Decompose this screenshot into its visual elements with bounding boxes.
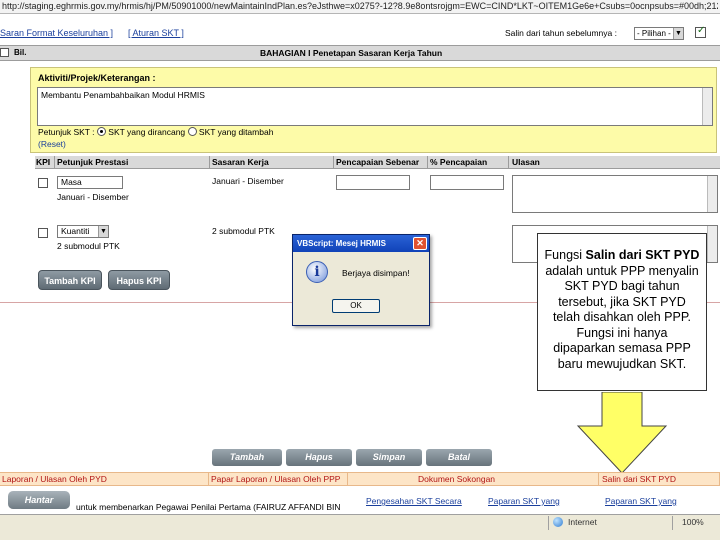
laporan-pyd-link[interactable]: Laporan / Ulasan Oleh PYD — [2, 474, 107, 484]
tambah-kpi-button[interactable]: Tambah KPI — [38, 270, 102, 290]
skt-planned-label: SKT yang dirancang — [108, 127, 186, 137]
hapus-kpi-button[interactable]: Hapus KPI — [108, 270, 170, 290]
col-divider — [209, 156, 210, 169]
textarea-scrollbar[interactable] — [707, 176, 717, 212]
salin-select-value: - Pilihan - — [637, 29, 671, 38]
indicator-value: Kuantiti — [61, 226, 90, 236]
dialog-message: Berjaya disimpan! — [342, 268, 410, 278]
status-bar — [0, 514, 720, 540]
actual-input[interactable] — [336, 175, 410, 190]
status-divider — [548, 516, 549, 530]
callout-prefix: Fungsi — [544, 248, 586, 262]
address-bar[interactable]: http://staging.eghrmis.gov.my/hrmis/hj/P… — [0, 0, 720, 14]
col-petunjuk: Petunjuk Prestasi — [57, 157, 129, 167]
chevron-down-icon: ▼ — [673, 28, 683, 39]
simpan-button[interactable]: Simpan — [356, 449, 422, 466]
globe-icon — [553, 517, 563, 527]
ulasan-textarea[interactable] — [512, 175, 718, 213]
col-divider — [54, 156, 55, 169]
indicator-value: Masa — [61, 177, 82, 187]
reset-link[interactable]: (Reset) — [38, 139, 66, 149]
explanation-callout: Fungsi Salin dari SKT PYD adalah untuk P… — [537, 233, 707, 391]
close-icon[interactable]: ✕ — [413, 237, 427, 250]
tambah-button[interactable]: Tambah — [212, 449, 282, 466]
textarea-scrollbar[interactable] — [702, 88, 712, 125]
col-divider — [333, 156, 334, 169]
skt-added-label: SKT yang ditambah — [198, 127, 274, 137]
format-link[interactable]: Saran Format Keseluruhan ] — [0, 28, 113, 38]
textarea-scrollbar[interactable] — [707, 226, 717, 262]
activity-label: Aktiviti/Projek/Keterangan : — [38, 73, 156, 83]
zone-label: Internet — [568, 517, 597, 527]
percent-input[interactable] — [430, 175, 504, 190]
url-text: http://staging.eghrmis.gov.my/hrmis/hj/P… — [2, 1, 718, 11]
down-arrow-icon — [576, 392, 668, 474]
skt-added-radio[interactable] — [187, 127, 197, 136]
select-all-checkbox[interactable] — [0, 48, 9, 57]
aturan-skt-link[interactable]: [ Aturan SKT ] — [128, 28, 184, 38]
indicator-detail: 2 submodul PTK — [57, 241, 120, 251]
kpi-row-checkbox[interactable] — [38, 228, 48, 238]
col-peratus: % Pencapaian — [430, 157, 488, 167]
col-pencapaian: Pencapaian Sebenar — [336, 157, 420, 167]
activity-value: Membantu Penambahbaikan Modul HRMIS — [41, 90, 205, 100]
top-link-row: Saran Format Keseluruhan ] [ Aturan SKT … — [0, 18, 720, 42]
pengesahan-skt-link[interactable]: Pengesahan SKT Secara — [366, 496, 462, 506]
paparan-skt-link[interactable]: Paparan SKT yang — [488, 496, 560, 506]
indicator-select[interactable]: Kuantiti ▼ — [57, 225, 109, 238]
petunjuk-label: Petunjuk SKT : — [38, 127, 95, 137]
kpi-row-checkbox[interactable] — [38, 178, 48, 188]
dokumen-sokongan-link[interactable]: Dokumen Sokongan — [418, 474, 495, 484]
hapus-button[interactable]: Hapus — [286, 449, 352, 466]
papar-laporan-link[interactable]: Papar Laporan / Ulasan Oleh PPP — [211, 474, 340, 484]
salin-confirm-checkbox[interactable] — [695, 25, 706, 38]
activity-textarea[interactable]: Membantu Penambahbaikan Modul HRMIS — [37, 87, 713, 126]
col-ulasan: Ulasan — [512, 157, 540, 167]
batal-button[interactable]: Batal — [426, 449, 492, 466]
indicator-select[interactable]: Masa — [57, 176, 123, 189]
callout-bold: Salin dari SKT PYD — [585, 248, 700, 262]
callout-suffix: adalah untuk PPP menyalin SKT PYD bagi t… — [545, 263, 699, 371]
salin-skt-pyd-link[interactable]: Salin dari SKT PYD — [602, 474, 676, 484]
col-kpi: KPI — [36, 157, 51, 167]
chevron-down-icon: ▼ — [98, 226, 108, 237]
section-title: BAHAGIAN I Penetapan Sasaran Kerja Tahun — [260, 48, 443, 58]
salin-year-select[interactable]: - Pilihan - ▼ — [634, 27, 684, 40]
submit-description: untuk membenarkan Pegawai Penilai Pertam… — [76, 502, 341, 512]
target-text: Januari - Disember — [212, 176, 284, 186]
paparan-skt-link-2[interactable]: Paparan SKT yang — [605, 496, 677, 506]
col-divider — [427, 156, 428, 169]
dialog-title: VBScript: Mesej HRMIS — [293, 235, 429, 252]
bil-label: Bil. — [14, 48, 27, 57]
zoom-level[interactable]: 100% — [682, 517, 704, 527]
status-divider — [672, 516, 673, 530]
petunjuk-skt-row: Petunjuk SKT : SKT yang dirancang SKT ya… — [38, 127, 273, 137]
indicator-detail: Januari - Disember — [57, 192, 129, 202]
skt-planned-radio[interactable] — [96, 127, 106, 136]
col-sasaran: Sasaran Kerja — [212, 157, 269, 167]
col-divider — [508, 156, 509, 169]
ok-button[interactable]: OK — [332, 299, 380, 313]
salin-label: Salin dari tahun sebelumnya : — [505, 28, 617, 38]
target-text: 2 submodul PTK — [212, 226, 275, 236]
info-icon: i — [306, 261, 328, 283]
hantar-button[interactable]: Hantar — [8, 491, 70, 509]
